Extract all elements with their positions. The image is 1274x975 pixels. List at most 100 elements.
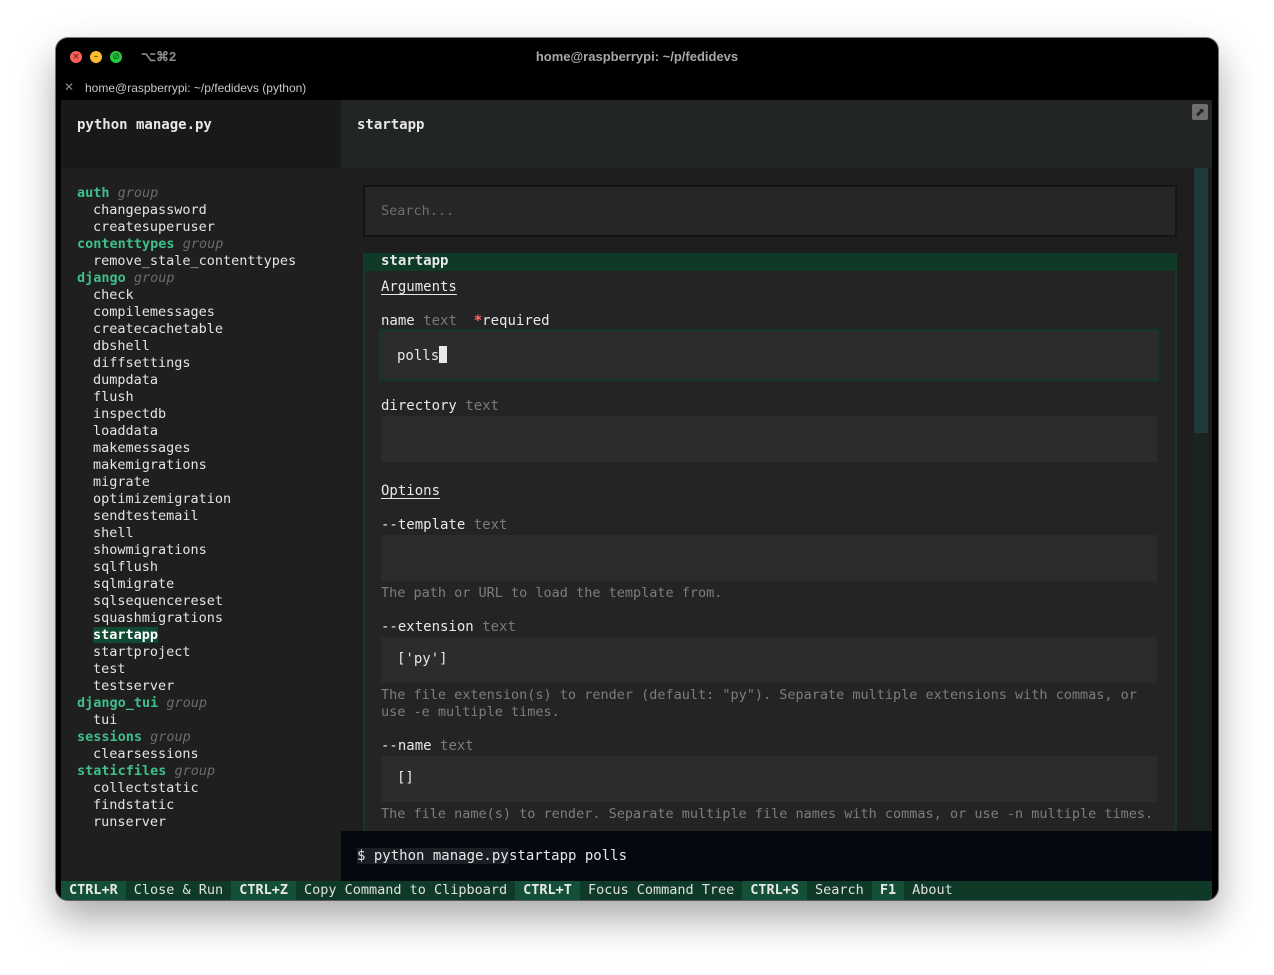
directory-arg-type: text [465, 398, 500, 414]
tree-group-tag: group [150, 729, 191, 745]
binding-label[interactable]: Close & Run [126, 881, 231, 900]
name-opt-input[interactable]: [] [381, 756, 1157, 802]
tree-command[interactable]: sqlsequencereset [77, 593, 296, 610]
tree-command[interactable]: tui [77, 712, 296, 729]
tree-command[interactable]: inspectdb [77, 406, 296, 423]
tree-command[interactable]: runserver [77, 814, 296, 831]
binding-label[interactable]: About [904, 881, 961, 900]
search-input[interactable] [365, 187, 1175, 235]
tree-command-label: findstatic [93, 797, 175, 813]
tree-command[interactable]: optimizemigration [77, 491, 296, 508]
extension-opt-input[interactable]: ['py'] [381, 637, 1157, 683]
tree-command[interactable]: loaddata [77, 423, 296, 440]
tree-command-label: diffsettings [93, 355, 191, 371]
tree-command[interactable]: showmigrations [77, 542, 296, 559]
binding-key[interactable]: CTRL+S [742, 881, 808, 900]
tree-command[interactable]: startproject [77, 644, 296, 661]
tree-command-label: collectstatic [93, 780, 199, 796]
tree-group-tag: group [117, 185, 159, 201]
tree-command[interactable]: sqlmigrate [77, 576, 296, 593]
binding-label[interactable]: Search [807, 881, 872, 900]
tree-group-tag: group [174, 763, 216, 779]
tui-app: python manage.py startapp ⬈ auth group ch… [61, 100, 1212, 900]
tree-command[interactable]: collectstatic [77, 780, 296, 797]
tree-command[interactable]: diffsettings [77, 355, 296, 372]
scrollbar-thumb[interactable] [1194, 168, 1208, 433]
binding-label[interactable]: Copy Command to Clipboard [296, 881, 515, 900]
search-box[interactable] [363, 185, 1177, 237]
tree-command-label: shell [93, 525, 134, 541]
tree-command[interactable]: shell [77, 525, 296, 542]
tree-command[interactable]: compilemessages [77, 304, 296, 321]
tree-group-label: django [77, 270, 126, 286]
tree-command[interactable]: sqlflush [77, 559, 296, 576]
tree-command[interactable]: clearsessions [77, 746, 296, 763]
tree-command[interactable]: changepassword [77, 202, 296, 219]
tab-close-icon[interactable]: ✕ [64, 80, 74, 94]
template-opt-input[interactable] [381, 535, 1157, 581]
tree-command-label: remove_stale_contenttypes [93, 253, 297, 269]
extension-opt-value: ['py'] [397, 651, 448, 667]
tree-command[interactable]: flush [77, 389, 296, 406]
tree-command-label: migrate [93, 474, 150, 490]
tree-command[interactable]: test [77, 661, 296, 678]
name-arg-type: text [423, 313, 457, 329]
required-label: required [482, 313, 550, 329]
binding-key[interactable]: CTRL+R [61, 881, 126, 900]
tab-title[interactable]: home@raspberrypi: ~/p/fedidevs (python) [85, 81, 306, 95]
tree-command-label: inspectdb [93, 406, 167, 422]
tree-command-label: flush [93, 389, 134, 405]
tree-command[interactable]: remove_stale_contenttypes [77, 253, 296, 270]
tree-group[interactable]: auth group [77, 185, 296, 202]
tree-command-label: dbshell [93, 338, 150, 354]
tree-command-label: showmigrations [93, 542, 207, 558]
left-header: python manage.py [61, 100, 341, 168]
tree-command[interactable]: sendtestemail [77, 508, 296, 525]
tree-command[interactable]: squashmigrations [77, 610, 296, 627]
directory-arg-input[interactable] [381, 416, 1157, 462]
popout-icon[interactable]: ⬈ [1192, 104, 1208, 120]
command-tree[interactable]: auth group changepassword createsuperuser c… [61, 168, 341, 881]
tree-command[interactable]: testserver [77, 678, 296, 695]
form-scrollbar[interactable] [1194, 168, 1208, 831]
tree-group[interactable]: sessions group [77, 729, 296, 746]
name-arg-value: polls [397, 346, 448, 364]
tree-command[interactable]: makemigrations [77, 457, 296, 474]
options-heading: Options [381, 483, 441, 499]
name-arg-input[interactable]: polls [379, 329, 1159, 381]
tree-command[interactable]: dbshell [77, 338, 296, 355]
tree-command[interactable]: startapp [77, 627, 296, 644]
tree-command[interactable]: makemessages [77, 440, 296, 457]
tree-command-label: tui [93, 712, 118, 728]
tree-group[interactable]: django group [77, 270, 296, 287]
tree-group[interactable]: contenttypes group [77, 236, 296, 253]
tree-command[interactable]: dumpdata [77, 372, 296, 389]
tree-command-label: makemigrations [93, 457, 207, 473]
tree-group[interactable]: django_tui group [77, 695, 296, 712]
binding-label[interactable]: Focus Command Tree [580, 881, 742, 900]
binding-key[interactable]: F1 [871, 881, 905, 900]
tree-command-label: runserver [93, 814, 167, 830]
command-args: startapp polls [509, 848, 628, 864]
tree-command[interactable]: check [77, 287, 296, 304]
tree-group-label: contenttypes [77, 236, 175, 252]
binding-key[interactable]: CTRL+T [515, 881, 580, 900]
tree-group[interactable]: staticfiles group [77, 763, 296, 780]
tree-command[interactable]: findstatic [77, 797, 296, 814]
tree-command-label: startproject [93, 644, 191, 660]
tree-command-label: test [93, 661, 126, 677]
binding-key[interactable]: CTRL+Z [231, 881, 296, 900]
required-marker: * [473, 313, 483, 329]
extension-opt-type: text [482, 619, 516, 635]
tree-command-label: dumpdata [93, 372, 159, 388]
tree-command[interactable]: createcachetable [77, 321, 296, 338]
tree-command[interactable]: migrate [77, 474, 296, 491]
name-opt-type: text [440, 738, 474, 754]
panel-title: startapp [381, 253, 449, 269]
tree-command-label: sqlflush [93, 559, 159, 575]
tree-command-label: optimizemigration [93, 491, 232, 507]
tree-command-label: makemessages [93, 440, 191, 456]
name-arg-label: name text *required [381, 313, 550, 329]
directory-arg-label: directory text [381, 398, 499, 414]
tree-command[interactable]: createsuperuser [77, 219, 296, 236]
